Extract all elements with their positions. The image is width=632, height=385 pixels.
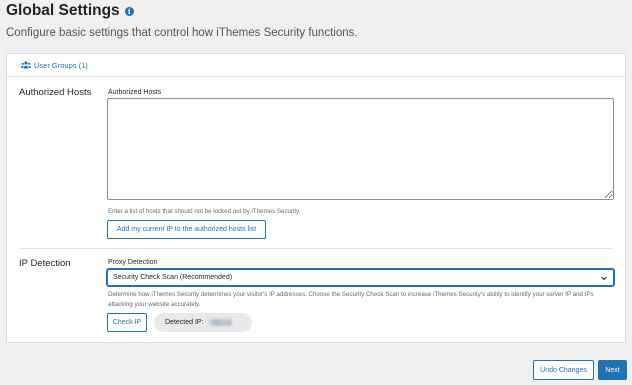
proxy-detection-select[interactable]: Security Check Scan (Recommended) xyxy=(107,269,614,286)
tab-user-groups[interactable]: User Groups (1) xyxy=(21,61,88,70)
ip-detection-section-label: IP Detection xyxy=(19,258,71,269)
authorized-hosts-textarea[interactable] xyxy=(107,98,614,200)
info-icon[interactable]: i xyxy=(124,6,134,16)
page-subtitle: Configure basic settings that control ho… xyxy=(6,27,358,39)
proxy-detection-selected-value: Security Check Scan (Recommended) xyxy=(113,274,233,281)
add-current-ip-button[interactable]: Add my current IP to the authorized host… xyxy=(107,220,266,239)
detected-ip-value-redacted xyxy=(207,319,232,326)
authorized-hosts-help: Enter a list of hosts that should not be… xyxy=(108,208,301,215)
page-title: Global Settings xyxy=(6,2,120,19)
undo-changes-button[interactable]: Undo Changes xyxy=(533,360,594,380)
users-icon xyxy=(21,61,31,69)
proxy-detection-help: Determine how iThemes Security determine… xyxy=(108,291,594,308)
detected-ip-badge: Detected IP: xyxy=(154,313,252,332)
authorized-hosts-field-label: Authorized Hosts xyxy=(108,89,162,96)
settings-card: User Groups (1) Authorized Hosts Authori… xyxy=(6,53,626,343)
authorized-hosts-section-label: Authorized Hosts xyxy=(19,87,92,98)
detected-ip-label: Detected IP: xyxy=(165,319,204,326)
tab-user-groups-label: User Groups (1) xyxy=(34,60,88,70)
page-header: Global Settings i Configure basic settin… xyxy=(6,2,626,39)
chevron-down-icon xyxy=(601,276,607,281)
check-ip-button[interactable]: Check IP xyxy=(107,313,147,332)
tab-bar: User Groups (1) xyxy=(7,54,625,77)
proxy-detection-field-label: Proxy Detection xyxy=(108,259,158,266)
section-divider xyxy=(19,248,613,249)
next-button[interactable]: Next xyxy=(598,360,627,380)
